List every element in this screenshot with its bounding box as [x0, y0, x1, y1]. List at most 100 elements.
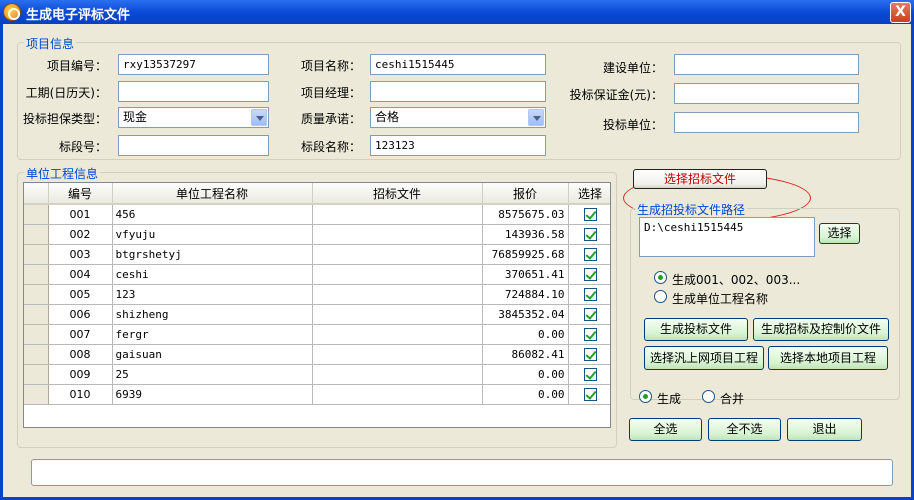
cell-file[interactable] [312, 244, 483, 265]
cell-no[interactable]: 005 [48, 284, 113, 305]
select-checkbox[interactable] [583, 307, 597, 321]
chevron-down-icon[interactable] [251, 109, 267, 126]
quality-select[interactable]: 合格 [370, 107, 546, 128]
select-checkbox[interactable] [583, 347, 597, 361]
cell-select[interactable] [568, 324, 610, 345]
table-row[interactable]: 004 ceshi 370651.41 [24, 264, 610, 285]
cell-select[interactable] [568, 264, 610, 285]
gen-bid-file-button[interactable]: 生成投标文件 [644, 318, 748, 341]
cell-select[interactable] [568, 244, 610, 265]
radio-gen-numbered[interactable] [654, 271, 667, 284]
cell-select[interactable] [568, 284, 610, 305]
cell-price[interactable]: 8575675.03 [482, 204, 569, 225]
select-checkbox[interactable] [583, 287, 597, 301]
column-header-name[interactable]: 单位工程名称 [112, 183, 313, 205]
cell-no[interactable]: 003 [48, 244, 113, 265]
builder-input[interactable] [674, 54, 859, 75]
table-row[interactable]: 008 gaisuan 86082.41 [24, 344, 610, 365]
cell-select[interactable] [568, 304, 610, 325]
cell-price[interactable]: 143936.58 [482, 224, 569, 245]
select-tender-file-button[interactable]: 选择招标文件 [633, 169, 767, 189]
cell-name[interactable]: gaisuan [112, 344, 313, 365]
deposit-input[interactable] [674, 83, 859, 104]
cell-no[interactable]: 004 [48, 264, 113, 285]
cell-name[interactable]: shizheng [112, 304, 313, 325]
table-row[interactable]: 005 123 724884.10 [24, 284, 610, 305]
radio-gen-unit-name[interactable] [654, 290, 667, 303]
cell-no[interactable]: 009 [48, 364, 113, 385]
cell-file[interactable] [312, 364, 483, 385]
cell-file[interactable] [312, 344, 483, 365]
cell-name[interactable]: fergr [112, 324, 313, 345]
table-row[interactable]: 007 fergr 0.00 [24, 324, 610, 345]
select-checkbox[interactable] [583, 227, 597, 241]
cell-name[interactable]: btgrshetyj [112, 244, 313, 265]
bidder-input[interactable] [674, 112, 859, 133]
table-row[interactable]: 002 vfyuju 143936.58 [24, 224, 610, 245]
select-local-project-button[interactable]: 选择本地项目工程 [768, 346, 888, 370]
cell-price[interactable]: 3845352.04 [482, 304, 569, 325]
cell-price[interactable]: 724884.10 [482, 284, 569, 305]
cell-price[interactable]: 0.00 [482, 324, 569, 345]
table-row[interactable]: 001 456 8575675.03 [24, 204, 610, 225]
cell-file[interactable] [312, 384, 483, 405]
column-header-no[interactable]: 编号 [48, 183, 113, 205]
table-row[interactable]: 003 btgrshetyj 76859925.68 [24, 244, 610, 265]
select-online-project-button[interactable]: 选择汎上网项目工程 [644, 346, 764, 370]
exit-button[interactable]: 退出 [787, 418, 862, 441]
cell-file[interactable] [312, 224, 483, 245]
cell-file[interactable] [312, 264, 483, 285]
cell-price[interactable]: 0.00 [482, 364, 569, 385]
choose-path-button[interactable]: 选择 [819, 223, 860, 244]
close-button[interactable]: X [890, 2, 911, 23]
cell-select[interactable] [568, 204, 610, 225]
path-input[interactable]: D:\ceshi1515445 [639, 217, 815, 257]
cell-no[interactable]: 002 [48, 224, 113, 245]
column-header-price[interactable]: 报价 [482, 183, 569, 205]
cell-name[interactable]: 6939 [112, 384, 313, 405]
cell-file[interactable] [312, 324, 483, 345]
select-none-button[interactable]: 全不选 [708, 418, 781, 441]
table-row[interactable]: 009 25 0.00 [24, 364, 610, 385]
cell-no[interactable]: 010 [48, 384, 113, 405]
units-table[interactable]: 编号 单位工程名称 招标文件 报价 选择 001 456 8575675.03 002… [23, 182, 611, 428]
cell-name[interactable]: vfyuju [112, 224, 313, 245]
cell-no[interactable]: 008 [48, 344, 113, 365]
select-all-button[interactable]: 全选 [629, 418, 702, 441]
cell-select[interactable] [568, 384, 610, 405]
cell-name[interactable]: 123 [112, 284, 313, 305]
cell-no[interactable]: 007 [48, 324, 113, 345]
select-checkbox[interactable] [583, 208, 597, 221]
cell-no[interactable]: 001 [48, 204, 113, 225]
duration-input[interactable] [118, 81, 269, 102]
select-checkbox[interactable] [583, 267, 597, 281]
cell-select[interactable] [568, 344, 610, 365]
radio-generate[interactable] [639, 390, 652, 403]
chevron-down-icon[interactable] [528, 109, 544, 126]
cell-name[interactable]: 456 [112, 204, 313, 225]
select-checkbox[interactable] [583, 327, 597, 341]
cell-price[interactable]: 0.00 [482, 384, 569, 405]
radio-merge[interactable] [702, 390, 715, 403]
select-checkbox[interactable] [583, 247, 597, 261]
project-no-input[interactable]: rxy13537297 [118, 54, 269, 75]
project-name-input[interactable]: ceshi1515445 [370, 54, 546, 75]
column-header-file[interactable]: 招标文件 [312, 183, 483, 205]
cell-select[interactable] [568, 364, 610, 385]
column-header-select[interactable]: 选择 [568, 183, 610, 205]
table-row[interactable]: 010 6939 0.00 [24, 384, 610, 405]
cell-file[interactable] [312, 204, 483, 225]
cell-price[interactable]: 86082.41 [482, 344, 569, 365]
cell-price[interactable]: 76859925.68 [482, 244, 569, 265]
select-checkbox[interactable] [583, 367, 597, 381]
cell-file[interactable] [312, 304, 483, 325]
manager-input[interactable] [370, 81, 546, 102]
cell-price[interactable]: 370651.41 [482, 264, 569, 285]
select-checkbox[interactable] [583, 387, 597, 401]
section-no-input[interactable] [118, 135, 269, 156]
guarantee-type-select[interactable]: 现金 [118, 107, 269, 128]
section-name-input[interactable]: 123123 [370, 135, 546, 156]
cell-no[interactable]: 006 [48, 304, 113, 325]
cell-name[interactable]: 25 [112, 364, 313, 385]
cell-file[interactable] [312, 284, 483, 305]
